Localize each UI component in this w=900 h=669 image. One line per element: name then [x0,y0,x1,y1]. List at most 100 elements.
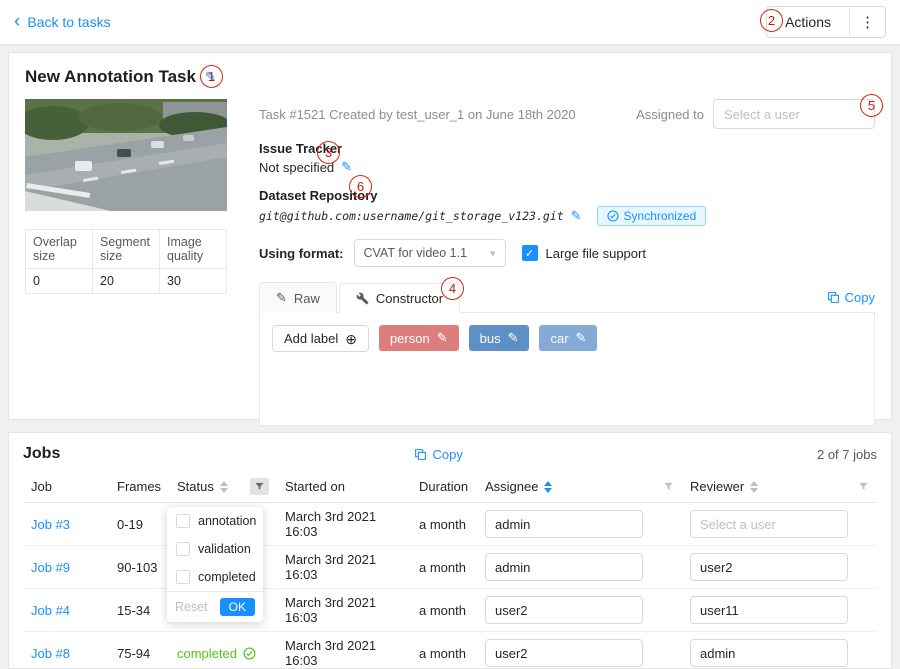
assignee-filter-icon[interactable] [663,481,674,492]
labels-copy-label: Copy [845,290,875,305]
column-reviewer: Reviewer [682,471,877,503]
column-started: Started on [277,471,411,503]
back-to-tasks-link[interactable]: ‹ Back to tasks [14,14,111,31]
label-car-edit-icon[interactable]: ✎ [576,330,587,346]
labels-tabs-row: ✎ Raw Constructor Copy [259,281,875,312]
reviewer-input[interactable] [690,639,848,667]
reviewer-filter-icon[interactable] [858,481,869,492]
task-meta-text: Task #1521 Created by test_user_1 on Jun… [259,107,576,122]
filter-option-label: completed [198,570,256,584]
label-bus-edit-icon[interactable]: ✎ [508,330,519,346]
label-car-name: car [550,331,568,346]
using-format-label: Using format: [259,246,344,261]
filter-option-label: validation [198,542,251,556]
labels-panel: Add label ⊕ person ✎ bus ✎ car ✎ [259,312,875,426]
job-link[interactable]: Job #3 [31,517,70,532]
annotation-circle-4: 4 [441,277,464,300]
filter-ok-button[interactable]: OK [220,598,255,616]
job-duration: a month [411,589,477,632]
param-header-segment: Segment size [93,230,160,269]
param-value-segment: 20 [93,269,160,294]
assignee-input[interactable] [485,639,643,667]
large-file-checkbox[interactable]: ✓ [522,245,538,261]
filter-option-completed[interactable]: completed [167,563,263,591]
more-vertical-icon[interactable]: ⋮ [849,7,885,37]
jobs-copy-label: Copy [432,447,462,462]
jobs-copy-link[interactable]: Copy [414,447,462,462]
task-card: New Annotation Task ✎ [8,52,892,420]
job-started: March 3rd 2021 16:03 [277,589,411,632]
format-select-value: CVAT for video 1.1 [364,246,468,260]
job-link[interactable]: Job #9 [31,560,70,575]
column-assignee-label: Assignee [485,479,538,494]
annotation-circle-5: 5 [860,94,883,117]
format-row: Using format: CVAT for video 1.1 ▾ ✓ Lar… [259,239,875,267]
assignee-sort-icon[interactable] [544,481,552,493]
job-started: March 3rd 2021 16:03 [277,503,411,546]
job-status-completed: completed [177,646,269,661]
reviewer-input[interactable] [690,510,848,538]
constructor-wrench-icon [356,292,369,305]
label-person-edit-icon[interactable]: ✎ [437,330,448,346]
reviewer-input[interactable] [690,553,848,581]
repository-url[interactable]: git@github.com:username/git_storage_v123… [259,209,564,223]
copy-icon [414,448,427,461]
validation-checkbox[interactable] [176,542,190,556]
jobs-table-header-row: Job Frames Status Started on Duration [23,471,877,503]
reviewer-input[interactable] [690,596,848,624]
repository-edit-icon[interactable]: ✎ [571,208,582,224]
tab-raw-label: Raw [294,291,320,306]
issue-tracker-label: Issue Tracker [259,141,875,156]
job-started: March 3rd 2021 16:03 [277,632,411,669]
task-params-table: Overlap size Segment size Image quality … [25,229,227,294]
labels-copy-link[interactable]: Copy [827,290,875,312]
label-tag-bus[interactable]: bus ✎ [469,325,530,351]
job-link[interactable]: Job #4 [31,603,70,618]
issue-tracker-edit-icon[interactable]: ✎ [341,159,352,175]
job-link[interactable]: Job #8 [31,646,70,661]
param-header-quality: Image quality [160,230,227,269]
jobs-title: Jobs [23,445,60,463]
assignee-input[interactable] [485,553,643,581]
assigned-to-input[interactable] [713,99,875,129]
job-frames: 90-103 [109,546,169,589]
label-bus-name: bus [480,331,501,346]
job-frames: 75-94 [109,632,169,669]
label-person-name: person [390,331,430,346]
filter-option-annotation[interactable]: annotation [167,507,263,535]
copy-icon [827,291,840,304]
add-label-button[interactable]: Add label ⊕ [272,325,369,352]
job-row-3: Job #4 15-34 March 3rd 2021 16:03 a mont… [23,589,877,632]
raw-edit-icon: ✎ [276,290,287,306]
label-tag-car[interactable]: car ✎ [539,325,597,351]
assignee-input[interactable] [485,596,643,624]
check-circle-icon [607,210,619,222]
actions-button[interactable]: Actions ⋮ [766,6,886,38]
job-row-2: Job #9 90-103 March 3rd 2021 16:03 a mon… [23,546,877,589]
filter-reset-button[interactable]: Reset [175,600,208,614]
param-value-quality: 30 [160,269,227,294]
status-filter-dropdown: annotation validation completed Reset OK [167,507,263,622]
annotation-checkbox[interactable] [176,514,190,528]
label-tag-person[interactable]: person ✎ [379,325,459,351]
tab-constructor-label: Constructor [376,291,443,306]
assignee-input[interactable] [485,510,643,538]
completed-checkbox[interactable] [176,570,190,584]
column-status-label: Status [177,479,214,494]
sync-status-label: Synchronized [624,209,697,223]
annotation-circle-3: 3 [317,141,340,164]
filter-option-validation[interactable]: validation [167,535,263,563]
filter-option-label: annotation [198,514,256,528]
column-duration: Duration [411,471,477,503]
reviewer-sort-icon[interactable] [750,481,758,493]
job-duration: a month [411,632,477,669]
assigned-to-label: Assigned to [636,107,704,122]
tab-raw[interactable]: ✎ Raw [259,282,337,313]
back-to-tasks-label: Back to tasks [27,14,110,30]
format-select[interactable]: CVAT for video 1.1 ▾ [354,239,506,267]
issue-tracker-block: Issue Tracker Not specified ✎ [259,141,875,175]
large-file-checkbox-wrap[interactable]: ✓ Large file support [522,245,646,261]
status-filter-icon[interactable] [250,478,269,495]
add-label-label: Add label [284,331,338,346]
status-sort-icon[interactable] [220,481,228,493]
